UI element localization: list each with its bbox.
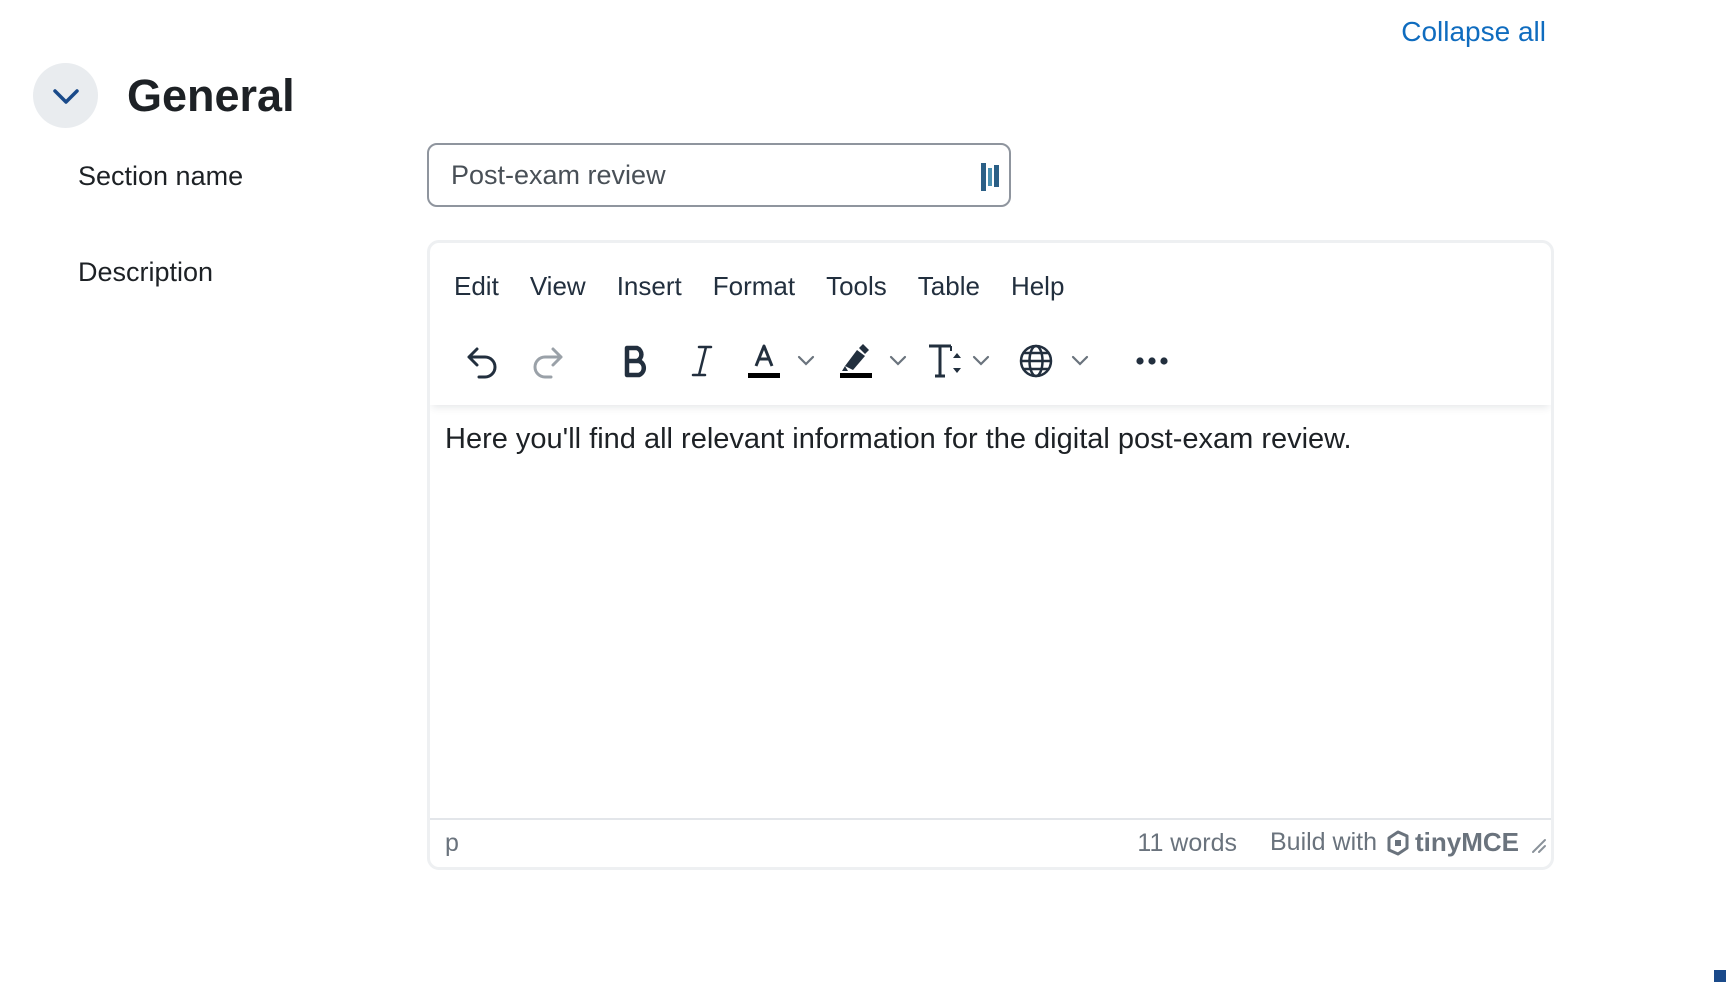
- editor-menubar: Edit View Insert Format Tools Table Help: [454, 271, 1095, 302]
- font-size-dropdown-chevron-icon[interactable]: [969, 349, 993, 373]
- section-title: General: [127, 69, 295, 121]
- editor-content[interactable]: Here you'll find all relevant informatio…: [445, 423, 1352, 456]
- branding-name: tinyMCE: [1415, 827, 1519, 857]
- text-color-dropdown-chevron-icon[interactable]: [794, 349, 818, 373]
- page-corner-marker: [1714, 970, 1726, 982]
- highlight-color-icon[interactable]: [834, 339, 878, 383]
- collapse-all-link[interactable]: Collapse all: [1401, 16, 1546, 48]
- italic-icon[interactable]: [680, 339, 724, 383]
- menu-table[interactable]: Table: [918, 271, 980, 302]
- toolbar-shadow: [430, 243, 1551, 405]
- redo-icon[interactable]: [526, 339, 570, 383]
- menu-format[interactable]: Format: [713, 271, 795, 302]
- section-header: General: [33, 63, 295, 128]
- editor-statusbar: p 11 words Build with tinyMCE: [430, 818, 1551, 867]
- chevron-down-icon: [52, 88, 79, 104]
- language-dropdown-chevron-icon[interactable]: [1068, 349, 1092, 373]
- menu-help[interactable]: Help: [1011, 271, 1064, 302]
- tinymce-branding-link[interactable]: Build with tinyMCE: [1270, 827, 1519, 858]
- undo-icon[interactable]: [460, 339, 504, 383]
- rich-text-editor: Edit View Insert Format Tools Table Help: [427, 240, 1554, 870]
- word-count[interactable]: 11 words: [1137, 829, 1237, 858]
- section-name-label: Section name: [78, 161, 244, 191]
- section-name-input[interactable]: [429, 145, 951, 205]
- text-color-icon[interactable]: [742, 339, 786, 383]
- highlight-color-dropdown-chevron-icon[interactable]: [886, 349, 910, 373]
- tinymce-logo-icon: [1387, 830, 1409, 855]
- menu-insert[interactable]: Insert: [617, 271, 682, 302]
- resize-handle-icon[interactable]: [1529, 832, 1547, 861]
- section-toggle-button[interactable]: [33, 63, 98, 128]
- bold-icon[interactable]: [614, 339, 658, 383]
- description-label: Description: [78, 257, 214, 287]
- menu-tools[interactable]: Tools: [826, 271, 887, 302]
- password-manager-icon[interactable]: [979, 162, 1001, 192]
- font-size-icon[interactable]: [924, 339, 968, 383]
- more-icon[interactable]: [1130, 339, 1174, 383]
- section-name-field-wrapper: [427, 143, 1011, 207]
- element-path[interactable]: p: [445, 829, 459, 858]
- menu-view[interactable]: View: [530, 271, 586, 302]
- menu-edit[interactable]: Edit: [454, 271, 499, 302]
- branding-prefix: Build with: [1270, 828, 1377, 856]
- language-icon[interactable]: [1014, 339, 1058, 383]
